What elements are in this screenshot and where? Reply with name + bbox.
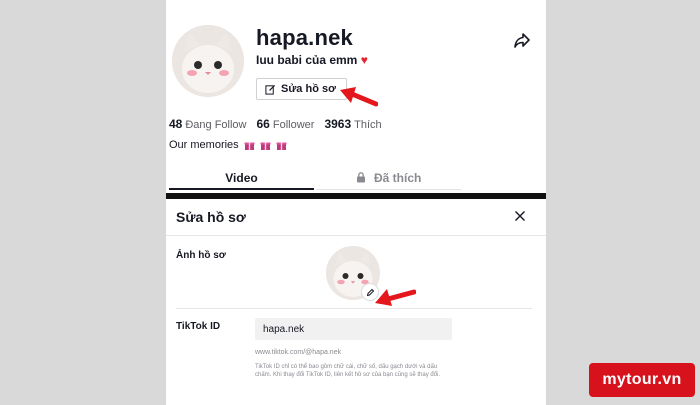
annotation-arrow-icon <box>375 289 416 306</box>
tiktok-id-label: TikTok ID <box>176 321 221 332</box>
memories-label: Our memories <box>169 139 239 151</box>
profile-url: www.tiktok.com/@hapa.nek <box>255 349 342 356</box>
tab-liked[interactable]: Đã thích <box>316 166 461 190</box>
gift-icon <box>276 142 287 150</box>
profile-avatar[interactable] <box>172 25 244 97</box>
gift-icon <box>244 142 255 150</box>
profile-photo-label: Ảnh hồ sơ <box>176 250 226 261</box>
stat-followers-value: 66 <box>256 117 270 131</box>
gift-icon <box>260 142 271 150</box>
stat-followers[interactable]: 66 Follower <box>257 117 315 131</box>
stat-following-value: 48 <box>169 117 183 131</box>
stat-followers-label: Follower <box>272 119 315 131</box>
dialog-title: Sửa hồ sơ <box>176 209 246 225</box>
profile-stats: 48 Đang Follow 66 Follower 3963 Thích <box>169 117 382 131</box>
tiktok-id-help-text: TikTok ID chỉ có thể bao gồm chữ cái, ch… <box>255 364 441 378</box>
edit-profile-button[interactable]: Sửa hồ sơ <box>256 78 347 100</box>
tiktok-id-input[interactable] <box>255 318 452 340</box>
edit-icon <box>265 84 276 95</box>
tab-liked-label: Đã thích <box>374 171 422 185</box>
username: hapa.nek <box>256 25 353 50</box>
stat-following-label: Đang Follow <box>185 119 247 131</box>
share-icon[interactable] <box>512 30 532 50</box>
heart-icon: ♥ <box>360 53 368 67</box>
stat-likes-label: Thích <box>354 119 382 131</box>
row-divider <box>176 308 532 309</box>
memories-line: Our memories <box>169 139 287 151</box>
stat-likes: 3963 Thích <box>324 117 381 131</box>
bio: Iuu babi của emm ♥ <box>256 53 368 67</box>
bio-text: Iuu babi của emm <box>256 53 358 67</box>
tab-video[interactable]: Video <box>169 166 314 190</box>
annotation-arrow-icon <box>340 87 378 107</box>
close-icon[interactable] <box>514 210 526 222</box>
stat-likes-value: 3963 <box>324 117 352 131</box>
edit-profile-dialog: Sửa hồ sơ Ảnh hồ sơ TikTok ID www.tiktok… <box>166 199 546 405</box>
dialog-header-divider <box>166 235 546 236</box>
lock-icon <box>356 172 365 183</box>
stat-following[interactable]: 48 Đang Follow <box>169 117 247 131</box>
edit-profile-label: Sửa hồ sơ <box>281 83 336 95</box>
brand-logo: mytour.vn <box>589 363 695 397</box>
